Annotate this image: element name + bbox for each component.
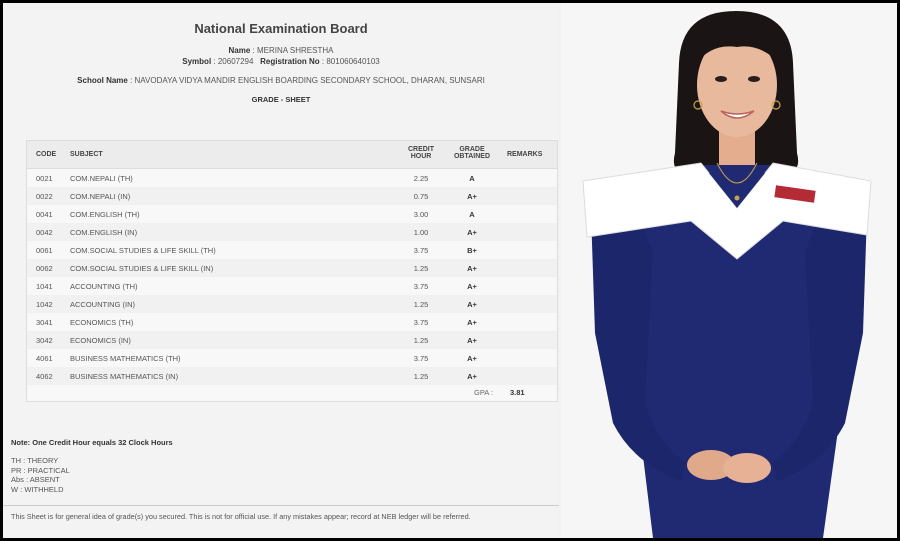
row-credit-hour: 3.75 <box>413 282 429 291</box>
row-code: 0022 <box>36 192 53 201</box>
table-row: 0061 COM.SOCIAL STUDIES & LIFE SKILL (TH)… <box>27 241 557 259</box>
student-photo <box>561 3 897 538</box>
row-grade: A+ <box>467 300 477 309</box>
row-grade: A+ <box>467 228 477 237</box>
name-label: Name <box>228 46 251 55</box>
legend-item: Abs : ABSENT <box>11 475 60 485</box>
row-code: 0021 <box>36 174 53 183</box>
row-credit-hour: 1.00 <box>413 228 429 237</box>
row-subject: ACCOUNTING (IN) <box>70 300 135 309</box>
school-line: School Name : NAVODAYA VIDYA MANDIR ENGL… <box>77 76 485 85</box>
row-code: 0062 <box>36 264 53 273</box>
table-row: 0042 COM.ENGLISH (IN) 1.00 A+ <box>27 223 557 241</box>
student-name-line: Name : MERINA SHRESTHA <box>228 46 334 55</box>
col-grade-line1: GRADE <box>459 146 485 153</box>
sheet-title: GRADE - SHEET <box>251 95 311 104</box>
abbreviation-legend: TH : THEORY PR : PRACTICAL Abs : ABSENT … <box>11 456 70 494</box>
row-code: 4062 <box>36 372 53 381</box>
table-row: 0022 COM.NEPALI (IN) 0.75 A+ <box>27 187 557 205</box>
row-credit-hour: 1.25 <box>413 372 429 381</box>
row-credit-hour: 1.25 <box>413 300 429 309</box>
symbol-registration-line: Symbol : 20607294 Registration No : 8010… <box>182 57 380 66</box>
row-grade: A+ <box>467 318 477 327</box>
symbol-label: Symbol <box>182 57 212 66</box>
image-frame: National Examination Board Name : MERINA… <box>3 3 897 538</box>
table-row: 1041 ACCOUNTING (TH) 3.75 A+ <box>27 277 557 295</box>
row-subject: COM.ENGLISH (IN) <box>70 228 138 237</box>
school-name: NAVODAYA VIDYA MANDIR ENGLISH BOARDING S… <box>134 76 485 85</box>
legend-item: W : WITHHELD <box>11 484 64 494</box>
board-title: National Examination Board <box>194 21 368 36</box>
row-grade: A+ <box>467 192 477 201</box>
table-row: 0041 COM.ENGLISH (TH) 3.00 A <box>27 205 557 223</box>
credit-hour-note: Note: One Credit Hour equals 32 Clock Ho… <box>11 438 173 447</box>
registration-label: Registration No <box>260 57 320 66</box>
row-grade: A+ <box>467 336 477 345</box>
row-code: 0042 <box>36 228 53 237</box>
row-subject: ACCOUNTING (TH) <box>70 282 138 291</box>
row-code: 0061 <box>36 246 53 255</box>
row-credit-hour: 3.75 <box>413 318 429 327</box>
table-row: 1042 ACCOUNTING (IN) 1.25 A+ <box>27 295 557 313</box>
legend-item: PR : PRACTICAL <box>11 465 70 475</box>
row-credit-hour: 3.75 <box>413 354 429 363</box>
row-grade: A <box>469 174 475 183</box>
col-remarks: REMARKS <box>507 151 543 158</box>
row-grade: A <box>469 210 475 219</box>
col-credit: CREDIT HOUR <box>401 146 441 160</box>
grades-table: CODE SUBJECT CREDIT HOUR GRADE OBTAINED … <box>26 140 558 402</box>
footer-divider <box>3 505 559 506</box>
row-subject: ECONOMICS (TH) <box>70 318 134 327</box>
school-label: School Name <box>77 76 128 85</box>
student-portrait-illustration <box>561 3 897 538</box>
row-credit-hour: 2.25 <box>413 174 429 183</box>
row-credit-hour: 0.75 <box>413 192 429 201</box>
student-name: MERINA SHRESTHA <box>257 46 334 55</box>
row-code: 0041 <box>36 210 53 219</box>
row-subject: BUSINESS MATHEMATICS (TH) <box>70 354 181 363</box>
row-subject: COM.SOCIAL STUDIES & LIFE SKILL (IN) <box>70 264 214 273</box>
col-credit-line1: CREDIT <box>407 146 435 153</box>
col-credit-line2: HOUR <box>410 153 432 160</box>
gpa-value: 3.81 <box>510 388 525 397</box>
row-code: 3041 <box>36 318 53 327</box>
table-row: 4062 BUSINESS MATHEMATICS (IN) 1.25 A+ <box>27 367 557 385</box>
row-credit-hour: 1.25 <box>413 336 429 345</box>
col-subject: SUBJECT <box>70 151 103 158</box>
col-code: CODE <box>36 151 57 158</box>
table-row: 0062 COM.SOCIAL STUDIES & LIFE SKILL (IN)… <box>27 259 557 277</box>
row-credit-hour: 1.25 <box>413 264 429 273</box>
disclaimer: This Sheet is for general idea of grade(… <box>11 512 471 521</box>
col-grade: GRADE OBTAINED <box>449 146 495 160</box>
row-subject: COM.NEPALI (TH) <box>70 174 133 183</box>
table-header: CODE SUBJECT CREDIT HOUR GRADE OBTAINED … <box>27 141 557 169</box>
row-subject: COM.NEPALI (IN) <box>70 192 131 201</box>
row-credit-hour: 3.75 <box>413 246 429 255</box>
row-code: 1041 <box>36 282 53 291</box>
row-credit-hour: 3.00 <box>413 210 429 219</box>
grade-sheet-document: National Examination Board Name : MERINA… <box>3 3 559 538</box>
row-subject: COM.ENGLISH (TH) <box>70 210 140 219</box>
row-grade: B+ <box>467 246 477 255</box>
table-row: 0021 COM.NEPALI (TH) 2.25 A <box>27 169 557 187</box>
row-code: 4061 <box>36 354 53 363</box>
row-grade: A+ <box>467 264 477 273</box>
table-row: 3042 ECONOMICS (IN) 1.25 A+ <box>27 331 557 349</box>
symbol-number: 20607294 <box>217 57 254 66</box>
legend-item: TH : THEORY <box>11 456 59 465</box>
row-grade: A+ <box>467 372 477 381</box>
row-subject: ECONOMICS (IN) <box>70 336 131 345</box>
row-grade: A+ <box>467 282 477 291</box>
row-code: 1042 <box>36 300 53 309</box>
registration-number: 801060640103 <box>326 57 380 66</box>
row-code: 3042 <box>36 336 53 345</box>
row-grade: A+ <box>467 354 477 363</box>
gpa-label: GPA : <box>474 388 494 397</box>
col-grade-line2: OBTAINED <box>453 153 491 160</box>
table-row: 4061 BUSINESS MATHEMATICS (TH) 3.75 A+ <box>27 349 557 367</box>
table-row: 3041 ECONOMICS (TH) 3.75 A+ <box>27 313 557 331</box>
row-subject: COM.SOCIAL STUDIES & LIFE SKILL (TH) <box>70 246 216 255</box>
row-subject: BUSINESS MATHEMATICS (IN) <box>70 372 179 381</box>
